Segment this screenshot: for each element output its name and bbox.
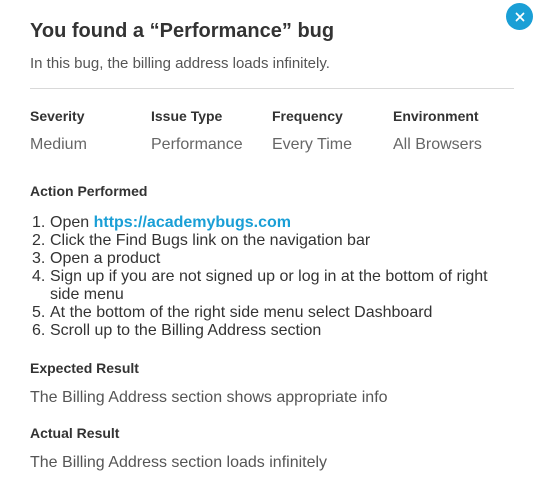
step-text: Scroll up to the Billing Address section — [50, 322, 322, 339]
bug-report-dialog: You found a “Performance” bug In this bu… — [0, 0, 533, 486]
severity-label: Severity — [30, 108, 85, 124]
step-number: 4. — [32, 268, 46, 285]
close-icon — [515, 12, 524, 21]
step-number: 1. — [32, 214, 46, 231]
step-number: 6. — [32, 322, 46, 339]
divider — [30, 88, 514, 89]
severity-value: Medium — [30, 136, 87, 153]
step-text: At the bottom of the right side menu sel… — [50, 304, 433, 321]
list-item: 3. Open a product — [30, 250, 500, 268]
issue-type-label: Issue Type — [151, 108, 223, 124]
action-performed-heading: Action Performed — [30, 183, 148, 199]
step-text: Click the Find Bugs link on the navigati… — [50, 232, 371, 249]
academybugs-link[interactable]: https://academybugs.com — [94, 214, 291, 231]
list-item: 1. Open https://academybugs.com — [30, 214, 500, 232]
actual-result-heading: Actual Result — [30, 425, 120, 441]
step-number: 5. — [32, 304, 46, 321]
issue-type-field: Issue Type Performance — [151, 107, 271, 155]
step-text: Sign up if you are not signed up or log … — [50, 268, 488, 303]
list-item: 5. At the bottom of the right side menu s… — [30, 304, 500, 322]
environment-value: All Browsers — [393, 136, 482, 153]
list-item: 2. Click the Find Bugs link on the naviga… — [30, 232, 500, 250]
step-text: Open a product — [50, 250, 161, 267]
list-item: 4. Sign up if you are not signed up or lo… — [30, 268, 500, 304]
step-number: 3. — [32, 250, 46, 267]
dialog-title: You found a “Performance” bug — [30, 20, 335, 42]
frequency-field: Frequency Every Time — [272, 107, 392, 155]
frequency-label: Frequency — [272, 108, 343, 124]
environment-field: Environment All Browsers — [393, 107, 513, 155]
step-text: Open — [50, 214, 94, 231]
actual-result-text: The Billing Address section loads infini… — [30, 454, 328, 471]
expected-result-heading: Expected Result — [30, 360, 139, 376]
list-item: 6. Scroll up to the Billing Address secti… — [30, 322, 500, 340]
frequency-value: Every Time — [272, 136, 353, 153]
bug-summary: In this bug, the billing address loads i… — [30, 55, 330, 72]
step-number: 2. — [32, 232, 46, 249]
environment-label: Environment — [393, 108, 479, 124]
issue-type-value: Performance — [151, 136, 243, 153]
expected-result-text: The Billing Address section shows approp… — [30, 389, 388, 406]
steps-list: 1. Open https://academybugs.com 2. Click t… — [30, 214, 500, 340]
close-button[interactable] — [506, 3, 533, 30]
severity-field: Severity Medium — [30, 107, 150, 155]
